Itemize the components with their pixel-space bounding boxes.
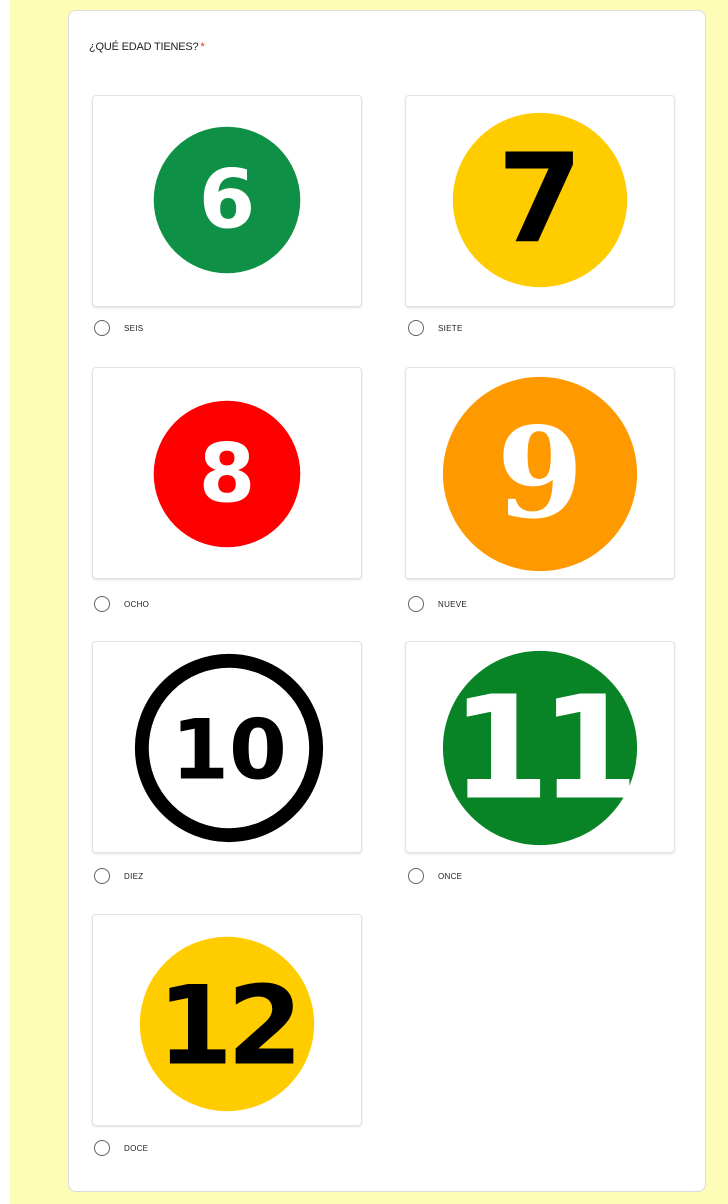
number-glyph: 10 <box>171 702 287 799</box>
radio-once[interactable] <box>408 868 424 884</box>
number-8-image: 8 <box>153 400 301 548</box>
option-label-siete: SIETE <box>438 323 463 333</box>
option-image-nueve[interactable]: 9 <box>405 367 675 579</box>
number-10-image: 10 <box>134 653 324 843</box>
number-6-image: 6 <box>153 126 301 274</box>
radio-nueve[interactable] <box>408 596 424 612</box>
number-11-image: 11 <box>442 650 640 846</box>
number-glyph: 6 <box>199 154 256 248</box>
number-7-image: 7 <box>452 112 628 288</box>
option-image-doce[interactable]: 12 <box>92 914 362 1126</box>
option-label-nueve: NUEVE <box>438 599 468 609</box>
option-once[interactable]: ONCE <box>408 868 462 884</box>
number-glyph: 11 <box>451 666 630 832</box>
option-seis[interactable]: SEIS <box>94 320 143 336</box>
radio-siete[interactable] <box>408 320 424 336</box>
required-asterisk: * <box>200 41 205 53</box>
option-label-seis: SEIS <box>124 323 144 333</box>
option-image-diez[interactable]: 10 <box>92 641 362 853</box>
radio-ocho[interactable] <box>94 596 110 612</box>
option-nueve[interactable]: NUEVE <box>408 596 467 612</box>
option-doce[interactable]: DOCE <box>94 1140 148 1156</box>
option-image-once[interactable]: 11 <box>405 641 675 853</box>
option-image-seis[interactable]: 6 <box>92 95 362 307</box>
question-text: ¿QUÉ EDAD TIENES? <box>89 41 199 53</box>
radio-seis[interactable] <box>94 320 110 336</box>
left-margin-strip <box>0 0 10 1204</box>
number-glyph: 9 <box>497 401 584 547</box>
number-12-image: 12 <box>139 936 315 1112</box>
number-glyph: 12 <box>157 963 297 1090</box>
question-title: ¿QUÉ EDAD TIENES? * <box>89 41 205 53</box>
number-glyph: 7 <box>497 128 582 271</box>
option-image-siete[interactable]: 7 <box>405 95 675 307</box>
number-glyph: 8 <box>199 428 256 522</box>
number-9-image: 9 <box>442 376 638 572</box>
option-ocho[interactable]: OCHO <box>94 596 149 612</box>
option-diez[interactable]: DIEZ <box>94 868 143 884</box>
option-label-diez: DIEZ <box>124 871 144 881</box>
radio-diez[interactable] <box>94 868 110 884</box>
option-label-ocho: OCHO <box>124 599 150 609</box>
option-siete[interactable]: SIETE <box>408 320 463 336</box>
question-card: ¿QUÉ EDAD TIENES? * 6 SEIS 7 SIETE 8 OCHO <box>68 10 706 1192</box>
option-label-once: ONCE <box>438 871 463 881</box>
option-label-doce: DOCE <box>124 1143 149 1153</box>
radio-doce[interactable] <box>94 1140 110 1156</box>
option-image-ocho[interactable]: 8 <box>92 367 362 579</box>
